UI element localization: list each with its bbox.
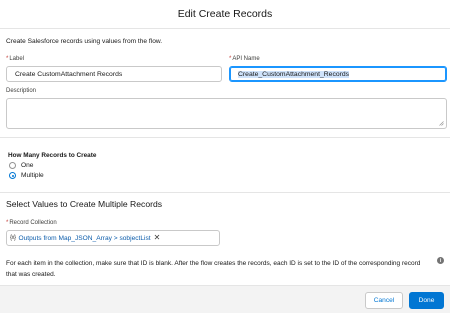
required-marker: * (6, 220, 9, 226)
required-marker: * (6, 56, 9, 62)
description-field-label: Description (6, 88, 37, 94)
label-field-label: *Label (6, 56, 25, 62)
radio-button[interactable] (9, 172, 16, 179)
description-textarea[interactable] (6, 98, 447, 129)
api-name-input-value: Create_CustomAttachment_Records (238, 70, 350, 78)
required-marker: * (229, 56, 232, 62)
radio-option-multiple[interactable]: Multiple (9, 172, 44, 179)
resize-grip-icon[interactable] (439, 121, 444, 126)
records-to-create-title: How Many Records to Create (8, 152, 97, 159)
variable-icon: {x} (10, 235, 16, 241)
modal-title: Edit Create Records (177, 8, 273, 20)
label-input-value: Create CustomAttachment Records (15, 70, 123, 78)
modal-footer: Cancel Done (0, 285, 450, 313)
api-name-field-label: *API Name (229, 56, 260, 62)
done-button[interactable]: Done (409, 292, 444, 309)
radio-label: Multiple (21, 172, 44, 179)
modal-header: Edit Create Records (0, 0, 450, 29)
record-collection-label: *Record Collection (6, 220, 57, 226)
radio-button[interactable] (9, 162, 16, 169)
section-divider (0, 137, 450, 138)
radio-label: One (21, 162, 34, 169)
record-collection-input[interactable]: {x} Outputs from Map_JSON_Array > sobjec… (6, 230, 220, 246)
remove-pill-icon[interactable]: ✕ (154, 234, 161, 242)
info-icon[interactable]: i (437, 257, 444, 264)
collection-help-text: For each item in the collection, make su… (6, 260, 421, 278)
radio-option-one[interactable]: One (9, 162, 33, 169)
label-input[interactable]: Create CustomAttachment Records (6, 66, 222, 82)
modal-body: Create Salesforce records using values f… (0, 29, 450, 285)
cancel-button[interactable]: Cancel (365, 292, 403, 309)
multiple-section-title: Select Values to Create Multiple Records (6, 199, 163, 209)
record-collection-pill[interactable]: Outputs from Map_JSON_Array > sobjectLis… (19, 235, 151, 242)
api-name-input[interactable]: Create_CustomAttachment_Records (229, 66, 447, 82)
intro-text: Create Salesforce records using values f… (6, 38, 163, 45)
section-divider (0, 192, 450, 193)
